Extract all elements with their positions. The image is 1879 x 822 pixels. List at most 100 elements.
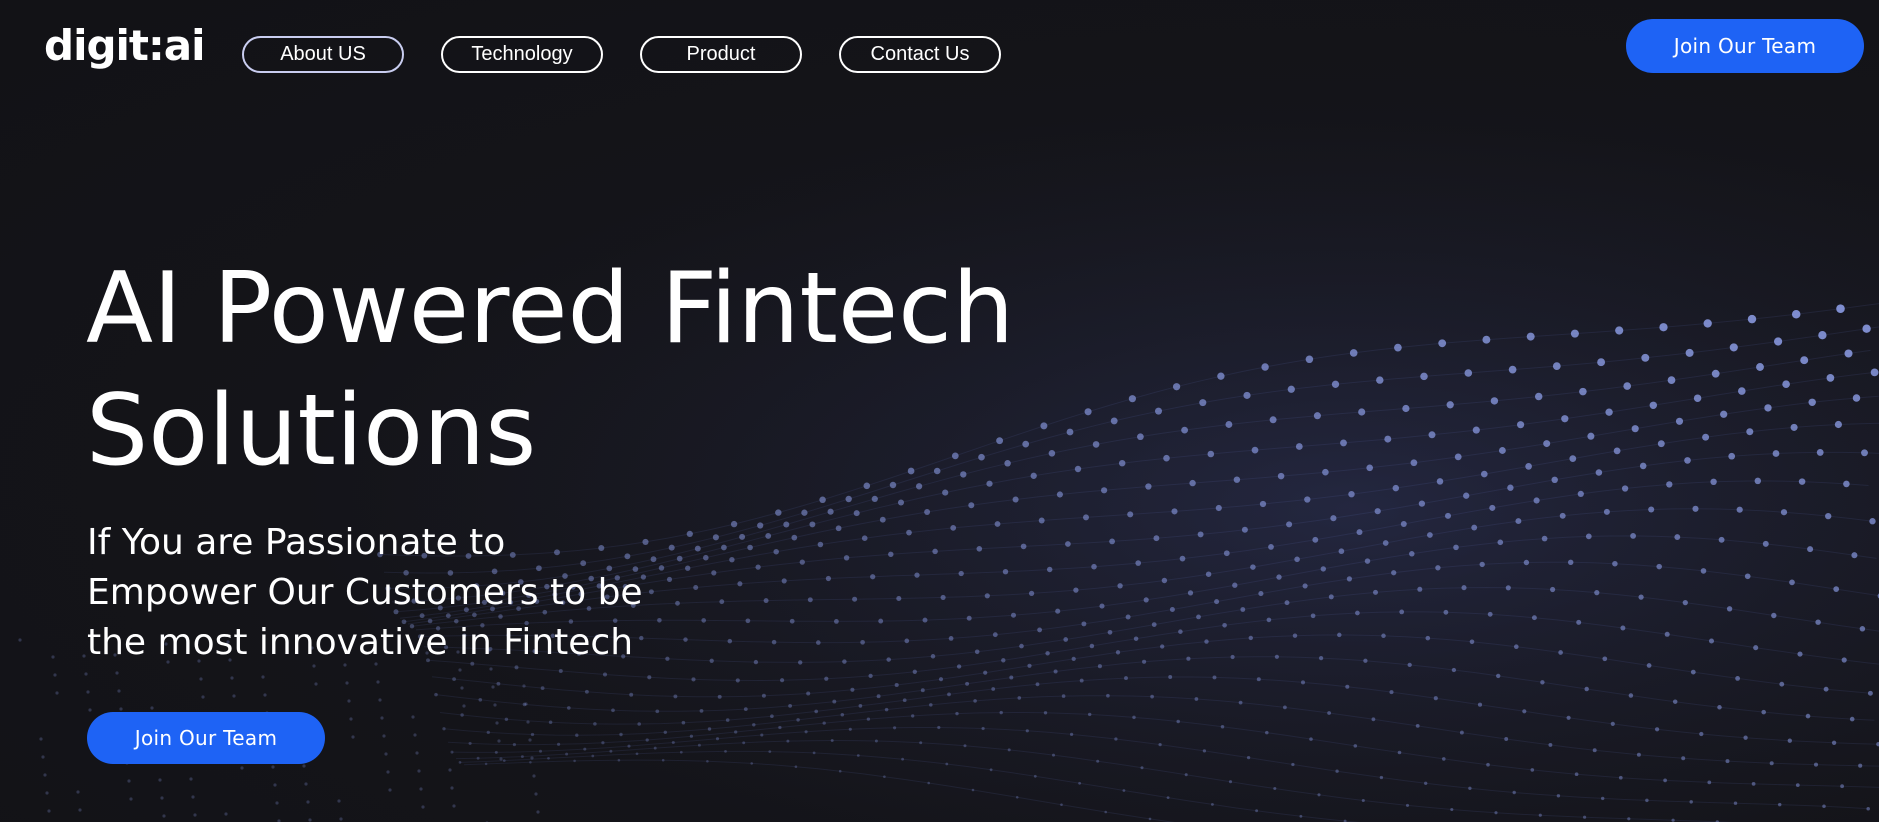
- wave-dot: [1204, 639, 1209, 644]
- wave-dot: [1099, 603, 1105, 609]
- wave-dot: [1583, 815, 1587, 819]
- wave-dot: [1025, 729, 1029, 733]
- wave-dot: [450, 750, 454, 754]
- wave-dot: [927, 781, 930, 785]
- wave-dot: [1250, 564, 1256, 570]
- wave-dot: [955, 711, 959, 716]
- wave-dot: [1735, 675, 1741, 681]
- wave-dot: [661, 758, 665, 762]
- wave-dot: [1302, 583, 1308, 589]
- wave-dot: [1526, 332, 1535, 341]
- wave-dot: [448, 768, 452, 772]
- wave-dot: [1223, 550, 1230, 557]
- wave-dot: [1312, 536, 1319, 543]
- wave-dot: [1381, 633, 1386, 639]
- wave-dot: [791, 534, 798, 541]
- wave-dot: [1866, 806, 1870, 811]
- wave-dot: [536, 810, 540, 814]
- wave-dot: [1160, 644, 1165, 649]
- wave-dot: [55, 691, 59, 695]
- brand-logo[interactable]: digit:ai: [44, 20, 206, 72]
- wave-dot: [1738, 387, 1746, 395]
- wave-dot: [497, 739, 501, 743]
- wave-dot: [807, 597, 813, 603]
- wave-dot: [1081, 621, 1087, 627]
- wave-dot: [719, 599, 725, 605]
- wave-dot: [1382, 540, 1389, 546]
- wave-dot: [547, 756, 550, 760]
- wave-dot: [663, 730, 667, 734]
- wave-dot: [1251, 446, 1259, 454]
- wave-dot: [775, 509, 782, 516]
- wave-dot: [809, 521, 816, 528]
- wave-dot: [1490, 397, 1499, 405]
- wave-dot: [1840, 784, 1844, 789]
- wave-dot: [1556, 794, 1561, 798]
- wave-dot: [1771, 612, 1777, 619]
- wave-dot: [386, 770, 390, 774]
- wave-dot: [1053, 669, 1058, 674]
- wave-dot: [868, 673, 873, 679]
- wave-dot: [388, 788, 392, 792]
- nav-item-product[interactable]: Product: [640, 36, 802, 73]
- wave-dot: [1807, 546, 1814, 553]
- wave-dot: [712, 534, 719, 541]
- wave-dot: [526, 720, 530, 724]
- wave-dot: [1349, 349, 1358, 357]
- wave-dot: [715, 737, 720, 741]
- wave-dot: [655, 709, 660, 714]
- wave-dot: [1425, 635, 1431, 641]
- wave-dot: [1822, 804, 1826, 809]
- wave-dot: [1327, 711, 1331, 715]
- wave-dot: [1356, 529, 1363, 536]
- wave-dot: [906, 529, 912, 536]
- wave-dot: [876, 694, 881, 699]
- wave-dot: [1798, 478, 1806, 485]
- wave-dot: [1450, 807, 1454, 812]
- wave-dot: [1309, 737, 1313, 741]
- wave-dot: [973, 699, 977, 703]
- header-join-team-button[interactable]: Join Our Team: [1626, 19, 1864, 73]
- wave-dot: [532, 774, 536, 778]
- wave-dot: [1843, 480, 1850, 488]
- wave-dot: [1550, 586, 1556, 593]
- wave-dot: [39, 737, 43, 741]
- wave-dot: [1551, 476, 1558, 484]
- wave-dot: [1453, 544, 1459, 551]
- wave-dot: [1849, 716, 1855, 722]
- wave-dot: [1725, 759, 1730, 764]
- wave-dot: [1355, 610, 1360, 616]
- wave-dot: [76, 790, 80, 794]
- wave-dot: [1202, 749, 1207, 753]
- wave-dot: [78, 808, 82, 812]
- wave-dot: [261, 675, 265, 679]
- wave-dot: [1197, 531, 1204, 538]
- wave-dot: [1834, 420, 1842, 429]
- wave-dot: [1689, 800, 1693, 804]
- wave-dot: [1287, 385, 1295, 393]
- wave-dot: [861, 535, 868, 542]
- wave-dot: [1151, 622, 1157, 627]
- wave-dot: [884, 707, 889, 712]
- wave-dot: [1654, 727, 1660, 732]
- wave-dot: [18, 638, 22, 642]
- wave-dot: [745, 618, 751, 624]
- nav-item-technology[interactable]: Technology: [441, 36, 603, 73]
- wave-dot: [308, 818, 312, 822]
- nav-item-contact-us[interactable]: Contact Us: [839, 36, 1001, 73]
- wave-dot: [983, 670, 988, 675]
- wave-dot: [1498, 447, 1506, 454]
- wave-dot: [452, 677, 456, 681]
- wave-dot: [339, 817, 343, 821]
- wave-dot: [273, 783, 277, 787]
- wave-dot: [1459, 730, 1464, 735]
- wave-dot: [765, 532, 772, 539]
- nav-item-about-us[interactable]: About US: [242, 36, 404, 73]
- wave-dot: [1513, 644, 1519, 650]
- wave-dot: [1443, 609, 1449, 615]
- wave-dot: [1096, 759, 1100, 763]
- wave-dot: [1780, 509, 1788, 516]
- hero-join-team-button[interactable]: Join Our Team: [87, 712, 325, 764]
- wave-dot: [504, 717, 509, 722]
- wave-dot: [1115, 650, 1121, 655]
